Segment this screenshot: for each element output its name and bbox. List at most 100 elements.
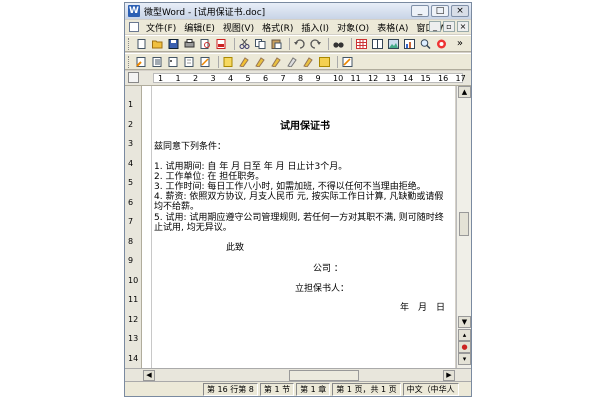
horizontal-scroll-thumb[interactable] [289, 370, 359, 381]
ruler-number: 12 [368, 74, 379, 83]
tab-selector[interactable] [128, 72, 139, 83]
vruler-number: 7 [128, 217, 134, 226]
print-preview-icon[interactable] [199, 38, 212, 50]
ruler-number: 16 [438, 74, 449, 83]
zoom-icon[interactable] [419, 38, 432, 50]
menu-insert[interactable]: 插入(I) [297, 21, 333, 34]
doc-minimize-button[interactable]: _ [429, 21, 441, 32]
maximize-button[interactable]: □ [431, 5, 449, 17]
pdf-icon[interactable] [215, 38, 228, 50]
ruler-number: 13 [385, 74, 396, 83]
doc-restore-button[interactable]: ▫ [443, 21, 455, 32]
next-page-button[interactable]: ▾ [458, 353, 471, 365]
save-icon[interactable] [167, 38, 180, 50]
print-icon[interactable] [183, 38, 196, 50]
vruler-number: 2 [128, 119, 134, 129]
status-page: 第 1 页，共 1 页 [332, 383, 401, 396]
horizontal-scrollbar[interactable]: ◀ ▶ [125, 368, 471, 382]
menu-format[interactable]: 格式(R) [258, 21, 297, 34]
eraser-icon[interactable] [341, 56, 354, 68]
ruler-number: 3 [210, 74, 216, 83]
toolbar-separator [351, 37, 352, 50]
style-icon[interactable] [199, 56, 212, 68]
vruler-number: 1 [128, 100, 134, 109]
redo-icon[interactable] [309, 38, 322, 50]
open-icon[interactable] [151, 38, 164, 50]
status-language: 中文（中华人 [402, 383, 459, 396]
vertical-scrollbar[interactable]: ▲ ▼ ▴ ● ▾ [456, 86, 471, 368]
marker-icon[interactable] [270, 56, 283, 68]
vruler-number: 5 [128, 178, 134, 187]
window-controls: _ □ × [411, 5, 469, 17]
document-icon[interactable] [129, 22, 139, 32]
table-icon[interactable] [355, 38, 368, 50]
marker-icon[interactable] [254, 56, 267, 68]
title-bar[interactable]: W 微型Word - [试用保证书.doc] _ □ × [125, 3, 471, 19]
menu-file[interactable]: 文件(F) [142, 21, 180, 34]
vruler-number: 3 [128, 139, 134, 148]
status-bar: 第 16 行第 8 第 1 节 第 1 章 第 1 页，共 1 页 中文（中华人 [125, 381, 471, 396]
vruler-number: 12 [128, 314, 139, 324]
doc-close-button[interactable]: × [457, 21, 469, 32]
ruler-number: 11 [350, 74, 361, 83]
browse-object-button[interactable]: ● [458, 341, 471, 353]
minimize-button[interactable]: _ [411, 5, 429, 17]
toolbar-separator [328, 37, 329, 50]
find-icon[interactable] [332, 38, 345, 50]
toolbar-overflow-icon[interactable]: » [457, 38, 463, 49]
ruler-number: 15 [420, 74, 431, 83]
align-icon[interactable] [135, 56, 148, 68]
menu-object[interactable]: 对象(O) [333, 21, 373, 34]
scroll-left-button[interactable]: ◀ [143, 370, 155, 381]
vruler-number: 9 [128, 256, 134, 265]
border-icon[interactable] [318, 56, 331, 68]
scroll-up-button[interactable]: ▲ [458, 86, 471, 98]
doc-item-5-cont: 止试用, 均无异议。 [154, 223, 232, 233]
font-icon[interactable] [222, 56, 235, 68]
image-icon[interactable] [387, 38, 400, 50]
numbering-icon[interactable] [183, 56, 196, 68]
vruler-number: 8 [128, 236, 134, 246]
marker-icon[interactable] [302, 56, 315, 68]
ruler-number: 1 [175, 74, 181, 83]
word-app-icon[interactable]: W [128, 5, 140, 17]
new-doc-icon[interactable] [135, 38, 148, 50]
help-icon[interactable] [435, 38, 448, 50]
vruler-number: 10 [128, 275, 139, 285]
horizontal-ruler[interactable]: 1 1 2 3 4 5 6 7 8 9 10 11 12 13 14 15 16 17 [125, 71, 471, 86]
toolbar-separator [289, 37, 290, 50]
indent-icon[interactable] [151, 56, 164, 68]
ruler-number: 14 [403, 74, 414, 83]
cut-icon[interactable] [238, 38, 251, 50]
vertical-scroll-thumb[interactable] [459, 212, 469, 236]
scroll-down-button[interactable]: ▼ [458, 316, 471, 328]
close-button[interactable]: × [451, 5, 469, 17]
prev-page-button[interactable]: ▴ [458, 329, 471, 341]
menu-edit[interactable]: 编辑(E) [180, 21, 219, 34]
menu-table[interactable]: 表格(A) [373, 21, 412, 34]
columns-icon[interactable] [371, 38, 384, 50]
copy-icon[interactable] [254, 38, 267, 50]
vertical-ruler[interactable]: 1 2 3 4 5 6 7 8 9 10 11 12 13 14 [125, 86, 142, 368]
highlight-icon[interactable] [238, 56, 251, 68]
doc-item-1: 1. 试用期间: 自 年 月 日至 年 月 日止计3个月。 [154, 162, 348, 172]
document-area[interactable]: 试用保证书 兹同意下列条件： 1. 试用期间: 自 年 月 日至 年 月 日止计… [142, 86, 455, 368]
doc-item-3: 3. 工作时间: 每日工作八小时, 如需加班, 不得以任何不当理由拒绝。 [154, 182, 426, 192]
doc-item-2: 2. 工作单位: 在 担任职务。 [154, 172, 265, 182]
status-chapter: 第 1 章 [296, 383, 331, 396]
doc-closing: 此致 [226, 243, 245, 253]
ruler-number: 9 [315, 74, 321, 83]
vruler-number: 11 [128, 295, 139, 304]
scroll-right-button[interactable]: ▶ [443, 370, 455, 381]
marker-icon[interactable] [286, 56, 299, 68]
undo-icon[interactable] [293, 38, 306, 50]
toolbar-separator [218, 55, 219, 68]
menu-view[interactable]: 视图(V) [219, 21, 258, 34]
paste-icon[interactable] [270, 38, 283, 50]
chart-icon[interactable] [403, 38, 416, 50]
bullets-icon[interactable] [167, 56, 180, 68]
toolbar-grip[interactable] [128, 55, 132, 68]
toolbar-grip[interactable] [128, 37, 132, 50]
ruler-number: 8 [298, 74, 304, 83]
vruler-number: 4 [128, 158, 134, 168]
